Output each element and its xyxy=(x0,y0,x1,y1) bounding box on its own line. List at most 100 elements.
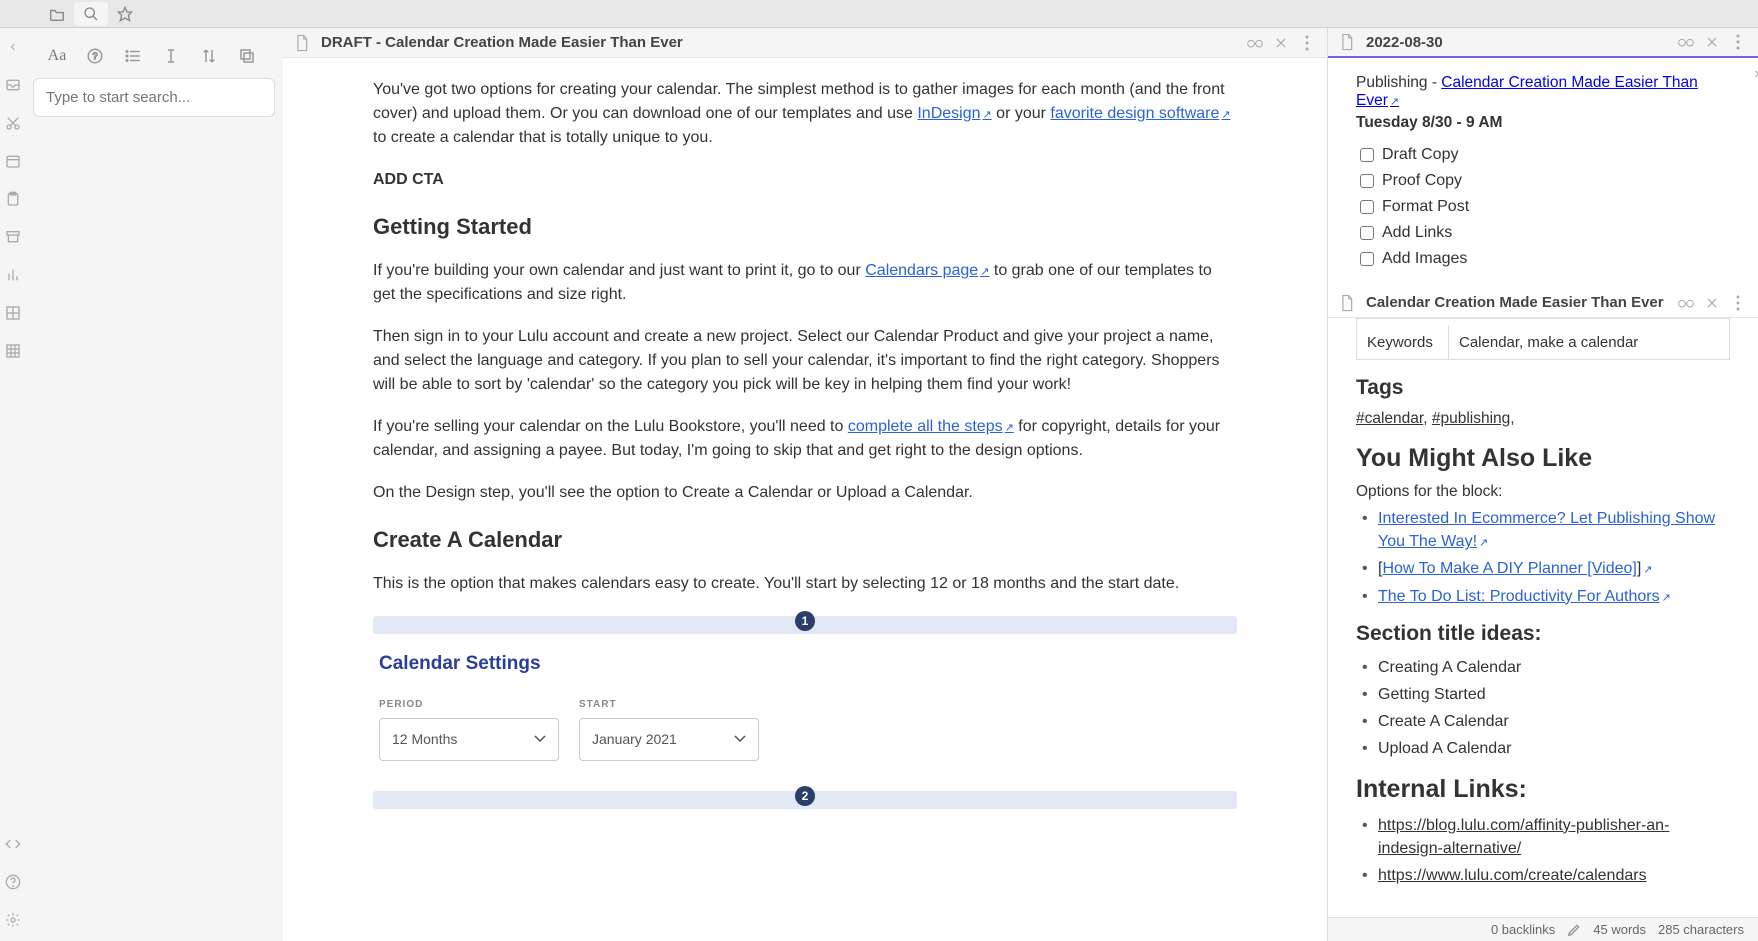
period-select[interactable]: 12 Months xyxy=(379,718,559,761)
checklist-item[interactable]: Add Links xyxy=(1360,220,1730,246)
create-paragraph-1: This is the option that makes calendars … xyxy=(373,572,1237,596)
close-icon[interactable] xyxy=(1704,295,1720,311)
calendar-rail-icon[interactable] xyxy=(4,152,22,170)
chart-icon[interactable] xyxy=(4,266,22,284)
icon-rail xyxy=(0,28,25,941)
internal-link[interactable]: https://www.lulu.com/create/calendars xyxy=(1378,867,1647,884)
checkbox-icon[interactable] xyxy=(1360,174,1374,188)
more-icon[interactable] xyxy=(1730,295,1746,311)
internal-links-list: https://blog.lulu.com/affinity-publisher… xyxy=(1362,814,1730,888)
svg-text:?: ? xyxy=(92,51,97,61)
char-count: 285 characters xyxy=(1658,922,1744,937)
document-icon xyxy=(295,33,311,53)
add-cta-label: ADD CTA xyxy=(373,168,1237,192)
create-calendar-heading: Create A Calendar xyxy=(373,523,1237,556)
glasses-icon[interactable] xyxy=(1678,295,1694,311)
internal-links-heading: Internal Links: xyxy=(1356,775,1730,804)
publish-date: Tuesday 8/30 - 9 AM xyxy=(1356,114,1730,132)
gs-paragraph-4: On the Design step, you'll see the optio… xyxy=(373,481,1237,505)
checklist-item[interactable]: Draft Copy xyxy=(1360,142,1730,168)
section-ideas-list: Creating A CalendarGetting StartedCreate… xyxy=(1362,656,1730,761)
list-icon[interactable] xyxy=(123,46,143,66)
glasses-icon[interactable] xyxy=(1247,35,1263,51)
calendars-page-link[interactable]: Calendars page xyxy=(865,262,989,279)
also-link[interactable]: Interested In Ecommerce? Let Publishing … xyxy=(1378,510,1715,550)
checkbox-icon[interactable] xyxy=(1360,226,1374,240)
internal-link[interactable]: https://blog.lulu.com/affinity-publisher… xyxy=(1378,817,1669,857)
left-document-pane: DRAFT - Calendar Creation Made Easier Th… xyxy=(283,28,1328,941)
folder-tab-icon[interactable] xyxy=(40,2,74,26)
keywords-value: Calendar, make a calendar xyxy=(1449,326,1729,359)
copy-icon[interactable] xyxy=(237,46,257,66)
checklist-item[interactable]: Format Post xyxy=(1360,194,1730,220)
complete-steps-link[interactable]: complete all the steps xyxy=(848,418,1014,435)
document-icon xyxy=(1340,293,1356,313)
layout-icon[interactable] xyxy=(4,304,22,322)
design-software-link[interactable]: favorite design software xyxy=(1050,105,1230,122)
checkbox-icon[interactable] xyxy=(1360,148,1374,162)
list-item: Interested In Ecommerce? Let Publishing … xyxy=(1362,507,1730,553)
sort-icon[interactable] xyxy=(199,46,219,66)
text-cursor-icon[interactable] xyxy=(161,46,181,66)
left-pane-body[interactable]: You've got two options for creating your… xyxy=(283,58,1327,941)
indesign-link[interactable]: InDesign xyxy=(917,105,991,122)
right-bottom-body[interactable]: Keywords Calendar, make a calendar Tags … xyxy=(1328,318,1758,917)
checkbox-icon[interactable] xyxy=(1360,252,1374,266)
star-tab-icon[interactable] xyxy=(108,2,142,26)
right-top-title: 2022-08-30 xyxy=(1366,34,1678,51)
search-tab-icon[interactable] xyxy=(74,2,108,26)
options-label: Options for the block: xyxy=(1356,483,1730,501)
list-item: Getting Started xyxy=(1362,683,1730,706)
glasses-icon[interactable] xyxy=(1678,34,1694,50)
cut-icon[interactable] xyxy=(4,114,22,132)
close-icon[interactable] xyxy=(1704,34,1720,50)
archive-icon[interactable] xyxy=(4,228,22,246)
close-icon[interactable] xyxy=(1273,35,1289,51)
checkbox-icon[interactable] xyxy=(1360,200,1374,214)
right-bottom-header: Calendar Creation Made Easier Than Ever xyxy=(1328,288,1758,318)
also-link[interactable]: How To Make A DIY Planner [Video] xyxy=(1382,560,1636,577)
also-like-list: Interested In Ecommerce? Let Publishing … xyxy=(1362,507,1730,608)
getting-started-heading: Getting Started xyxy=(373,210,1237,243)
document-icon xyxy=(1340,32,1356,52)
case-help-icon[interactable]: ? xyxy=(85,46,105,66)
intro-paragraph: You've got two options for creating your… xyxy=(373,78,1237,150)
right-top-header: 2022-08-30 xyxy=(1328,28,1758,58)
help-icon[interactable] xyxy=(4,873,22,891)
collapse-right-icon[interactable] xyxy=(1751,68,1758,80)
backlinks-count[interactable]: 0 backlinks xyxy=(1491,922,1555,937)
period-label: PERIOD xyxy=(379,697,559,712)
also-link[interactable]: The To Do List: Productivity For Authors xyxy=(1378,588,1660,605)
list-item: Creating A Calendar xyxy=(1362,656,1730,679)
calendar-settings-title: Calendar Settings xyxy=(379,650,1237,679)
chevron-down-icon xyxy=(734,735,746,743)
search-input[interactable] xyxy=(33,78,275,117)
checklist: Draft CopyProof CopyFormat PostAdd Links… xyxy=(1356,142,1730,272)
tag-publishing[interactable]: #publishing xyxy=(1432,410,1510,427)
start-label: START xyxy=(579,697,759,712)
edit-icon[interactable] xyxy=(1567,923,1581,937)
start-select[interactable]: January 2021 xyxy=(579,718,759,761)
chevron-down-icon xyxy=(534,735,546,743)
checklist-item[interactable]: Proof Copy xyxy=(1360,168,1730,194)
settings-icon[interactable] xyxy=(4,911,22,929)
more-icon[interactable] xyxy=(1730,34,1746,50)
word-count: 45 words xyxy=(1593,922,1646,937)
back-icon[interactable] xyxy=(4,38,22,56)
right-bottom-title: Calendar Creation Made Easier Than Ever xyxy=(1366,294,1678,311)
list-item: https://www.lulu.com/create/calendars xyxy=(1362,864,1730,887)
tag-calendar[interactable]: #calendar xyxy=(1356,410,1423,427)
inbox-icon[interactable] xyxy=(4,76,22,94)
more-icon[interactable] xyxy=(1299,35,1315,51)
section-ideas-heading: Section title ideas: xyxy=(1356,622,1730,646)
gs-paragraph-2: Then sign in to your Lulu account and cr… xyxy=(373,325,1237,397)
font-icon[interactable]: Aa xyxy=(47,46,67,66)
table-icon[interactable] xyxy=(4,342,22,360)
right-top-body[interactable]: Publishing - Calendar Creation Made Easi… xyxy=(1328,58,1758,288)
checklist-item[interactable]: Add Images xyxy=(1360,246,1730,272)
code-icon[interactable] xyxy=(4,835,22,853)
left-pane-header: DRAFT - Calendar Creation Made Easier Th… xyxy=(283,28,1327,58)
list-item: https://blog.lulu.com/affinity-publisher… xyxy=(1362,814,1730,860)
clipboard-icon[interactable] xyxy=(4,190,22,208)
list-item: [How To Make A DIY Planner [Video]] xyxy=(1362,557,1730,580)
